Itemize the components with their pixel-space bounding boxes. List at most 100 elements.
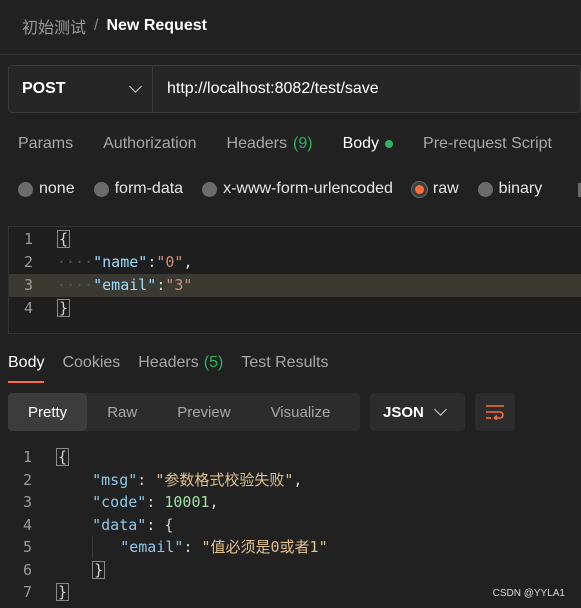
close-brace: } xyxy=(57,299,71,317)
tab-label: Body xyxy=(8,354,45,371)
chevron-down-icon xyxy=(129,80,142,93)
code-line: 6 } xyxy=(8,559,581,582)
code-line-active: 3 ····"email":"3" xyxy=(9,274,581,297)
line-number: 4 xyxy=(22,515,32,534)
request-tabs: Params Authorization Headers (9) Body Pre… xyxy=(18,135,552,153)
code-line: 1 { xyxy=(9,228,581,251)
code-line: 4 } xyxy=(9,297,581,320)
header-divider xyxy=(0,54,581,55)
url-input[interactable]: http://localhost:8082/test/save xyxy=(153,66,379,112)
tab-label: Params xyxy=(18,135,74,152)
response-tab-cookies[interactable]: Cookies xyxy=(62,354,120,381)
radio-button-selected[interactable] xyxy=(411,181,427,197)
radio-label: x-www-form-urlencoded xyxy=(223,180,393,197)
json-value: "3" xyxy=(165,276,193,294)
view-mode-preview[interactable]: Preview xyxy=(157,393,250,431)
radio-label: none xyxy=(39,180,75,197)
radio-button[interactable] xyxy=(93,181,109,197)
view-mode-visualize[interactable]: Visualize xyxy=(251,393,351,431)
body-type-binary[interactable]: binary xyxy=(477,180,543,198)
breadcrumb: 初始测试 / New Request xyxy=(22,14,207,38)
code-line: 2 ····"name":"0", xyxy=(9,251,581,274)
radio-button[interactable] xyxy=(477,181,493,197)
code-line: 2 "msg": "参数格式校验失败", xyxy=(8,469,581,492)
format-select[interactable]: JSON xyxy=(370,393,465,431)
wrap-lines-icon xyxy=(486,405,504,420)
body-type-form-data[interactable]: form-data xyxy=(93,180,184,198)
breadcrumb-collection[interactable]: 初始测试 xyxy=(22,14,86,38)
response-tab-headers[interactable]: Headers (5) xyxy=(138,354,223,381)
code-line: 3 "code": 10001, xyxy=(8,491,581,514)
json-key: "email" xyxy=(120,538,184,556)
url-bar: POST http://localhost:8082/test/save xyxy=(8,65,581,113)
json-key: "email" xyxy=(93,276,157,294)
tab-authorization[interactable]: Authorization xyxy=(103,135,196,153)
json-key: "msg" xyxy=(92,470,138,489)
line-number: 3 xyxy=(22,493,32,511)
json-key: "code" xyxy=(92,493,147,511)
body-type-none[interactable]: none xyxy=(18,180,75,198)
json-value: "参数格式校验失败" xyxy=(155,470,294,489)
tab-label: Cookies xyxy=(62,354,121,371)
line-number: 6 xyxy=(22,560,32,579)
line-number: 2 xyxy=(23,253,33,271)
radio-button[interactable] xyxy=(18,181,33,197)
radio-label: binary xyxy=(498,180,543,197)
open-brace: { xyxy=(57,230,71,248)
json-open-brace: { xyxy=(164,515,174,534)
json-value: 10001 xyxy=(164,493,210,511)
request-body-editor[interactable]: 1 { 2 ····"name":"0", 3 ····"email":"3" … xyxy=(8,226,581,334)
view-mode-raw[interactable]: Raw xyxy=(87,393,157,431)
headers-count: (9) xyxy=(293,135,313,152)
body-type-raw[interactable]: raw xyxy=(411,180,459,198)
line-number: 3 xyxy=(23,276,33,294)
body-type-options: none form-data x-www-form-urlencoded raw… xyxy=(18,180,542,198)
json-value: "0" xyxy=(156,253,184,271)
code-line: 4 "data": { xyxy=(8,514,581,537)
tab-headers[interactable]: Headers (9) xyxy=(227,135,313,153)
tab-label: Headers xyxy=(138,354,199,371)
json-close-brace: } xyxy=(92,560,106,579)
view-mode-selector: Pretty Raw Preview Visualize xyxy=(8,393,360,431)
json-key: "name" xyxy=(93,253,148,271)
radio-label: raw xyxy=(432,180,459,197)
method-select[interactable]: POST xyxy=(9,66,153,112)
method-label: POST xyxy=(22,80,66,97)
radio-label: form-data xyxy=(114,180,184,197)
response-tabs: Body Cookies Headers (5) Test Results xyxy=(8,354,328,383)
code-line: 5 "email": "值必须是0或者1" xyxy=(8,536,581,559)
line-number: 1 xyxy=(22,448,32,466)
response-tab-test-results[interactable]: Test Results xyxy=(241,354,328,381)
headers-count: (5) xyxy=(203,354,224,371)
wrap-lines-button[interactable] xyxy=(475,393,515,431)
view-mode-pretty[interactable]: Pretty xyxy=(8,393,88,431)
open-brace: { xyxy=(56,448,70,466)
tab-label: Headers xyxy=(226,135,287,152)
indent-guide xyxy=(92,536,94,558)
chevron-down-icon xyxy=(434,403,447,416)
code-line: 1 { xyxy=(8,446,581,469)
body-indicator-dot xyxy=(385,140,394,148)
watermark: CSDN @YYLA1 xyxy=(492,588,565,599)
tab-pre-request-script[interactable]: Pre-request Script xyxy=(423,135,552,153)
tab-label: Authorization xyxy=(103,135,197,152)
close-brace: } xyxy=(56,583,70,601)
tab-label: Body xyxy=(342,135,380,152)
tab-body[interactable]: Body xyxy=(342,135,394,153)
body-type-urlencoded[interactable]: x-www-form-urlencoded xyxy=(202,180,393,198)
line-number: 2 xyxy=(22,470,32,489)
line-number: 7 xyxy=(22,583,32,601)
radio-button[interactable] xyxy=(202,181,218,197)
response-tab-body[interactable]: Body xyxy=(8,354,45,383)
request-title[interactable]: New Request xyxy=(106,17,206,35)
tab-params[interactable]: Params xyxy=(18,135,73,153)
json-key: "data" xyxy=(92,515,147,534)
tab-label: Test Results xyxy=(241,354,329,371)
line-number: 5 xyxy=(22,538,32,556)
response-body-viewer[interactable]: 1 { 2 "msg": "参数格式校验失败", 3 "code": 10001… xyxy=(8,446,581,608)
breadcrumb-separator: / xyxy=(94,17,99,34)
json-value: "值必须是0或者1" xyxy=(201,538,328,556)
tab-label: Pre-request Script xyxy=(423,135,552,152)
format-label: JSON xyxy=(383,403,424,421)
line-number: 4 xyxy=(23,299,33,317)
